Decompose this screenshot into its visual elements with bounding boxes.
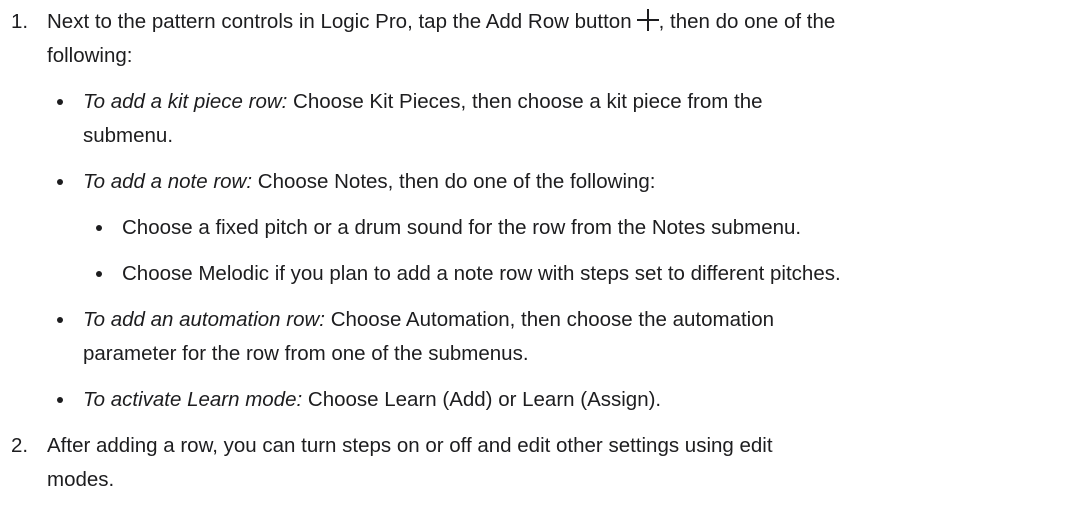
sub-bullet-dot — [96, 225, 102, 231]
sub-bullet-dot — [96, 271, 102, 277]
bullet-dot — [57, 397, 63, 403]
step-2-text-part: modes. — [47, 468, 115, 491]
bullet-text: Choose Kit Pieces, then choose a kit pie… — [287, 90, 763, 113]
step-1-text-part: following: — [47, 44, 133, 67]
step-1-text-part: , then do one of the — [658, 10, 836, 33]
step-2-text-part: After adding a row, you can turn steps o… — [47, 434, 773, 457]
bullet-dot — [57, 317, 63, 323]
bullet-lead: To add a kit piece row: — [83, 90, 288, 113]
bullet-text: submenu. — [83, 124, 174, 147]
step-number: 1. — [11, 10, 29, 33]
step-1-text-part: Next to the pattern controls in Logic Pr… — [47, 10, 632, 33]
bullet-text: Choose Learn (Add) or Learn (Assign). — [302, 388, 662, 411]
step-number: 2. — [11, 434, 29, 457]
bullet-lead: To add an automation row: — [83, 308, 325, 331]
step-2: 2. After adding a row, you can turn step… — [0, 429, 1081, 497]
bullet-text: Choose Notes, then do one of the followi… — [252, 170, 656, 193]
bullet-lead: To activate Learn mode: — [83, 388, 303, 411]
step-2-text: After adding a row, you can turn steps o… — [47, 429, 1067, 497]
step-1: 1. Next to the pattern controls in Logic… — [0, 5, 1081, 73]
sub-bullet-text: Choose a fixed pitch or a drum sound for… — [122, 216, 802, 239]
bullet-dot — [57, 99, 63, 105]
bullet-lead: To add a note row: — [83, 170, 253, 193]
sub-bullet-text: Choose Melodic if you plan to add a note… — [122, 262, 841, 285]
step-1-text: Next to the pattern controls in Logic Pr… — [47, 5, 1067, 73]
bullet-text: Choose Automation, then choose the autom… — [325, 308, 775, 331]
bullet-text: parameter for the row from one of the su… — [83, 342, 529, 365]
plus-icon — [636, 9, 659, 31]
bullet-dot — [57, 179, 63, 185]
instruction-document: 1. Next to the pattern controls in Logic… — [0, 0, 1081, 508]
